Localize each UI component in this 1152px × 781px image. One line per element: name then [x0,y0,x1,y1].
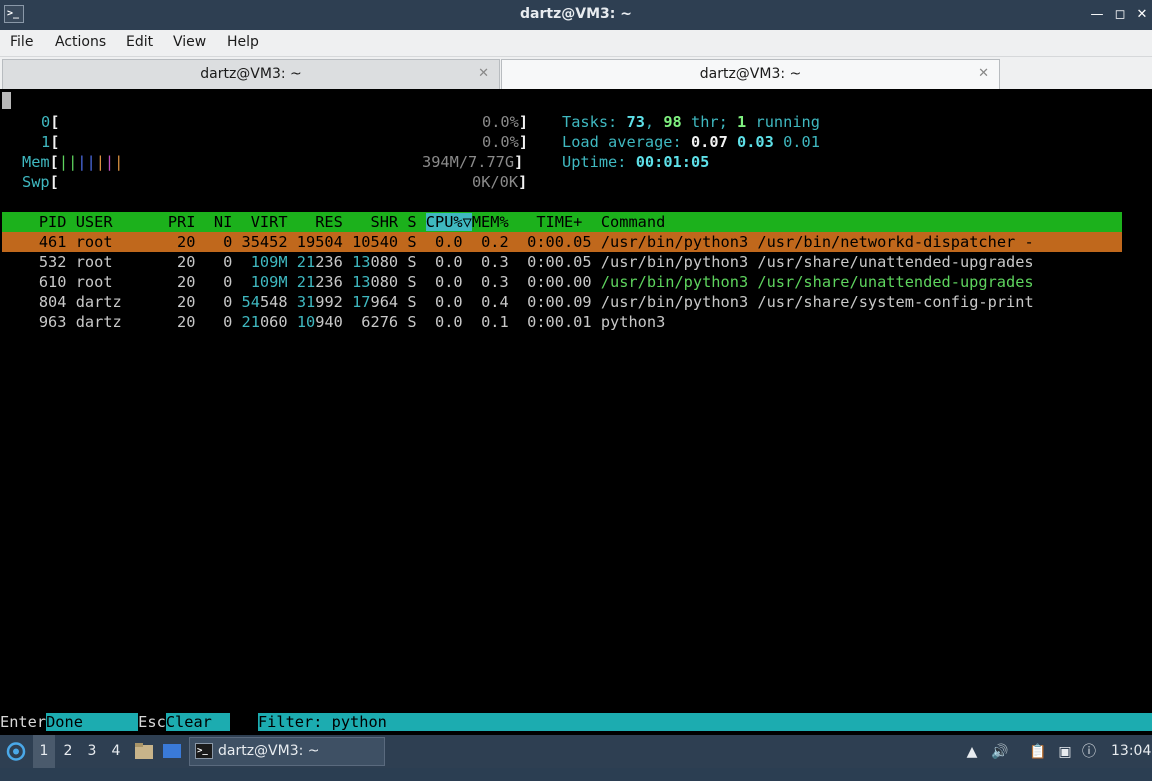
tab-2[interactable]: dartz@VM3: ~ ✕ [501,59,1000,89]
close-button[interactable]: ✕ [1132,5,1152,25]
table-row[interactable]: 610 root 20 0 109M 21236 13080 S 0.0 0.3… [2,272,1034,292]
menu-actions[interactable]: Actions [55,34,106,50]
cpu0-meter: 0[ [41,113,60,131]
table-row[interactable]: 804 dartz 20 0 54548 31992 17964 S 0.0 0… [2,292,1034,312]
volume-icon[interactable]: 🔊 [990,742,1010,762]
workspace-2[interactable]: 2 [57,735,79,768]
col-shr[interactable]: SHR [370,213,398,231]
tab-bar: dartz@VM3: ~ ✕ dartz@VM3: ~ ✕ [0,57,1152,89]
tab-label: dartz@VM3: ~ [699,66,802,82]
terminal-icon: >_ [195,743,213,759]
enter-key[interactable]: Enter [0,713,47,731]
updates-icon[interactable]: ▲ [962,742,982,762]
col-mem[interactable]: MEM% [472,213,509,231]
col-command[interactable]: Command [601,213,665,231]
network-icon[interactable]: ▣ [1055,742,1075,762]
col-time[interactable]: TIME+ [536,213,582,231]
htop-footer: EnterDone EscClear Filter: python [0,712,1152,732]
tab-close-icon[interactable]: ✕ [978,60,989,88]
col-user[interactable]: USER [76,213,113,231]
maximize-button[interactable]: ◻ [1110,5,1130,25]
workspace-4[interactable]: 4 [105,735,127,768]
terminal-area[interactable]: 0[ 0.0%] 1[ 0.0%] Mem[||||||| 394M/7.77G… [0,89,1152,735]
cpu0-value: 0.0% [482,113,519,131]
menu-view[interactable]: View [173,34,206,50]
col-s[interactable]: S [407,213,416,231]
load-meter: Load average: 0.07 0.03 0.01 [562,133,820,151]
terminal-cursor [2,92,11,109]
clock[interactable]: 13:04 [1111,735,1151,768]
esc-key[interactable]: Esc [138,713,166,731]
done-button[interactable]: Done [46,713,139,731]
workspace-1[interactable]: 1 [33,735,55,768]
mem-value: 394M/7.77G [422,153,515,171]
process-table-header: PID USER PRI NI VIRT RES SHR S CPU%▽MEM%… [2,212,1122,232]
uptime-meter: Uptime: 00:01:05 [562,153,710,171]
col-pri[interactable]: PRI [168,213,196,231]
col-virt[interactable]: VIRT [251,213,288,231]
col-cpu[interactable]: CPU%▽ [425,213,472,231]
notification-icon[interactable]: ⓘ [1079,742,1099,762]
taskbar: 1 2 3 4 >_ dartz@VM3: ~ ▲ 🔊 📋 ▣ ⓘ 13:04 [0,735,1152,768]
clear-button[interactable]: Clear [165,713,231,731]
tab-label: dartz@VM3: ~ [200,66,302,82]
start-menu-icon[interactable] [5,735,27,768]
file-manager-icon[interactable] [133,735,155,768]
col-pid[interactable]: PID [2,213,67,231]
task-label: dartz@VM3: ~ [218,743,320,759]
cpu1-value: 0.0% [482,133,519,151]
col-res[interactable]: RES [315,213,343,231]
window-title: dartz@VM3: ~ [520,6,632,22]
table-row[interactable]: 963 dartz 20 0 21060 10940 6276 S 0.0 0.… [2,312,665,332]
swp-value: 0K/0K [472,173,519,191]
swp-meter: Swp[ [22,173,59,191]
tab-1[interactable]: dartz@VM3: ~ ✕ [2,59,500,89]
mem-meter: Mem[||||||| [22,153,124,171]
workspace-3[interactable]: 3 [81,735,103,768]
tasks-meter: Tasks: 73, 98 thr; 1 running [562,113,820,131]
table-row-selected[interactable]: 461 root 20 0 35452 19504 10540 S 0.0 0.… [2,232,1122,252]
menu-edit[interactable]: Edit [126,34,153,50]
tab-close-icon[interactable]: ✕ [478,60,489,88]
window-titlebar: >_ dartz@VM3: ~ — ◻ ✕ [0,0,1152,30]
clipboard-icon[interactable]: 📋 [1028,742,1048,762]
show-desktop-icon[interactable] [160,735,184,768]
table-row[interactable]: 532 root 20 0 109M 21236 13080 S 0.0 0.3… [2,252,1034,272]
menu-file[interactable]: File [10,34,33,50]
menu-help[interactable]: Help [227,34,259,50]
col-ni[interactable]: NI [214,213,232,231]
taskbar-task-terminal[interactable]: >_ dartz@VM3: ~ [189,737,385,766]
menu-bar: File Actions Edit View Help [0,30,1152,57]
filter-input[interactable]: Filter: python [257,713,1152,731]
cpu1-meter: 1[ [41,133,60,151]
minimize-button[interactable]: — [1087,5,1107,25]
